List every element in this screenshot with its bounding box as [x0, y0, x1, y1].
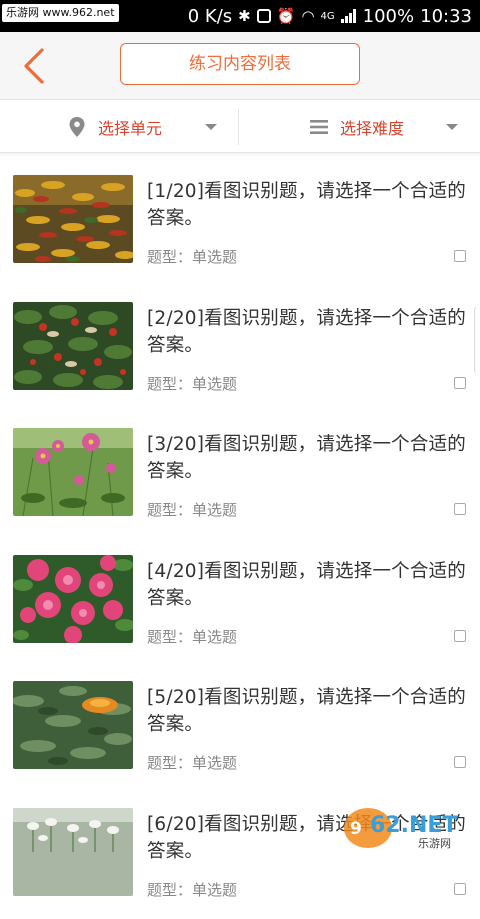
question-image — [13, 681, 133, 769]
site-logo-watermark: 9 62.NET 乐游网 — [342, 804, 476, 850]
status-icons: 0 K/s ✱ ⏰ ◠ 4G 100% 10:33 — [188, 0, 472, 32]
list-icon — [310, 119, 328, 135]
network-type: 4G — [321, 11, 335, 22]
site-watermark: 乐游网 www.962.net — [2, 4, 119, 22]
list-item[interactable]: [2/20]看图识别题，请选择一个合适的答案。 题型：单选题 — [0, 287, 480, 414]
unit-filter-label: 选择单元 — [98, 115, 162, 139]
question-title: [1/20]看图识别题，请选择一个合适的答案。 — [147, 178, 469, 232]
signal-icon — [341, 9, 357, 23]
back-button[interactable] — [18, 46, 58, 86]
question-checkbox[interactable] — [454, 883, 466, 895]
battery-level: 100% — [363, 6, 414, 27]
question-image — [13, 808, 133, 896]
nfc-icon — [257, 9, 271, 23]
question-title: [5/20]看图识别题，请选择一个合适的答案。 — [147, 684, 469, 738]
question-checkbox[interactable] — [454, 250, 466, 262]
status-bar: 乐游网 www.962.net 0 K/s ✱ ⏰ ◠ 4G 100% 10:3… — [0, 0, 480, 32]
list-item[interactable]: [3/20]看图识别题，请选择一个合适的答案。 题型：单选题 — [0, 413, 480, 540]
question-type: 题型：单选题 — [147, 752, 237, 773]
page-title-button[interactable]: 练习内容列表 — [120, 43, 360, 85]
question-title: [2/20]看图识别题，请选择一个合适的答案。 — [147, 305, 469, 359]
question-image — [13, 555, 133, 643]
question-type: 题型：单选题 — [147, 879, 237, 900]
alarm-icon: ⏰ — [277, 7, 296, 25]
question-image — [13, 302, 133, 390]
svg-text:9: 9 — [350, 819, 362, 839]
wifi-icon: ◠ — [301, 7, 314, 25]
question-title: [4/20]看图识别题，请选择一个合适的答案。 — [147, 558, 469, 612]
scroll-edge-indicator — [474, 305, 480, 375]
location-pin-icon — [68, 116, 86, 138]
question-type: 题型：单选题 — [147, 499, 237, 520]
list-item[interactable]: [4/20]看图识别题，请选择一个合适的答案。 题型：单选题 — [0, 540, 480, 667]
svg-text:62.NET: 62.NET — [370, 813, 457, 838]
chevron-left-icon — [18, 46, 58, 86]
question-image — [13, 428, 133, 516]
chevron-down-icon — [446, 124, 458, 130]
bluetooth-icon: ✱ — [238, 7, 251, 25]
question-checkbox[interactable] — [454, 756, 466, 768]
question-image — [13, 175, 133, 263]
list-item[interactable]: [1/20]看图识别题，请选择一个合适的答案。 题型：单选题 — [0, 160, 480, 287]
filter-bar: 选择单元 选择难度 — [0, 101, 480, 153]
filter-divider — [238, 109, 239, 145]
question-title: [3/20]看图识别题，请选择一个合适的答案。 — [147, 431, 469, 485]
difficulty-filter-label: 选择难度 — [340, 115, 404, 139]
chevron-down-icon — [205, 124, 217, 130]
app-header: 练习内容列表 — [0, 32, 480, 100]
question-type: 题型：单选题 — [147, 626, 237, 647]
list-item[interactable]: [5/20]看图识别题，请选择一个合适的答案。 题型：单选题 — [0, 666, 480, 793]
unit-filter-dropdown[interactable]: 选择单元 — [68, 101, 162, 153]
question-checkbox[interactable] — [454, 503, 466, 515]
question-checkbox[interactable] — [454, 630, 466, 642]
question-type: 题型：单选题 — [147, 246, 237, 267]
network-speed: 0 K/s — [188, 6, 232, 27]
difficulty-filter-dropdown[interactable]: 选择难度 — [310, 101, 404, 153]
clock: 10:33 — [420, 6, 472, 27]
svg-text:乐游网: 乐游网 — [418, 837, 451, 850]
question-checkbox[interactable] — [454, 377, 466, 389]
question-type: 题型：单选题 — [147, 373, 237, 394]
